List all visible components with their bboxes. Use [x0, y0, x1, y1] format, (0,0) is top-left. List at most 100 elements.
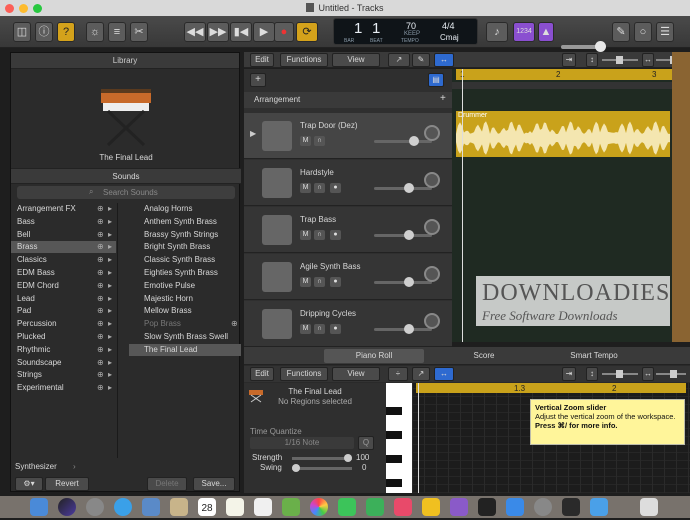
add-favorite-icon[interactable]: ⊕	[97, 241, 104, 253]
headphones-icon[interactable]: ∩	[314, 277, 325, 287]
metronome-button[interactable]: ▲	[538, 22, 554, 42]
patch-item[interactable]: Mellow Brass	[129, 305, 241, 317]
loop-browser-button[interactable]: ○	[634, 22, 652, 42]
cycle-button[interactable]: ⟳	[296, 22, 318, 42]
search-field[interactable]: ⌕ Search Sounds	[17, 186, 235, 199]
patch-item[interactable]: Analog Horns	[129, 203, 241, 215]
patch-item[interactable]: Slow Synth Brass Swell	[129, 331, 241, 343]
volume-knob[interactable]	[404, 324, 414, 334]
rewind-button[interactable]: ◀◀	[184, 22, 206, 42]
track-name[interactable]: Trap Door (Dez)	[300, 121, 358, 130]
piano-keyboard[interactable]	[386, 383, 412, 493]
category-item[interactable]: Arrangement FX ⊕ ▸	[11, 203, 116, 215]
category-item[interactable]: Plucked ⊕ ▸	[11, 331, 116, 343]
category-item[interactable]: EDM Bass ⊕ ▸	[11, 267, 116, 279]
volume-slider[interactable]	[374, 324, 432, 334]
patch-item[interactable]: Majestic Horn	[129, 293, 241, 305]
tab-score[interactable]: Score	[434, 349, 534, 363]
tuner-button[interactable]: ♪	[486, 22, 508, 42]
record-enable-button[interactable]: ●	[330, 324, 341, 334]
notes-icon[interactable]	[226, 498, 244, 516]
mute-button[interactable]: M	[300, 277, 311, 287]
messages-icon[interactable]	[338, 498, 356, 516]
volume-knob[interactable]	[404, 277, 414, 287]
add-track-button[interactable]: +	[250, 73, 266, 87]
black-key[interactable]	[386, 479, 402, 487]
swing-slider[interactable]	[292, 464, 352, 472]
category-item[interactable]: Classics ⊕ ▸	[11, 254, 116, 266]
add-favorite-icon[interactable]: ⊕	[97, 318, 104, 330]
black-key[interactable]	[386, 455, 402, 463]
mute-button[interactable]: M	[300, 136, 311, 146]
global-tracks-button[interactable]: ▤	[428, 73, 444, 87]
track-name[interactable]: Dripping Cycles	[300, 309, 356, 318]
master-volume-slider[interactable]	[561, 41, 606, 52]
patch-item[interactable]: Emotive Pulse	[129, 280, 241, 292]
slider-thumb[interactable]	[616, 370, 623, 378]
patch-item[interactable]: Classic Synth Brass	[129, 254, 241, 266]
playhead[interactable]	[462, 69, 463, 342]
category-item[interactable]: Pad ⊕ ▸	[11, 305, 116, 317]
editor-playhead[interactable]	[418, 383, 419, 493]
category-item[interactable]: Experimental ⊕ ▸	[11, 382, 116, 394]
inspector-button[interactable]: ⓘ	[35, 22, 53, 42]
system-preferences-icon[interactable]	[534, 498, 552, 516]
patch-item[interactable]: Brassy Synth Strings	[129, 229, 241, 241]
headphones-icon[interactable]: ∩	[314, 136, 325, 146]
slider-thumb[interactable]	[292, 464, 300, 472]
track-header[interactable]: Trap Door (Dez) M ∩ ▶	[244, 113, 452, 159]
garageband-icon[interactable]	[422, 498, 440, 516]
headphones-icon[interactable]: ∩	[314, 183, 325, 193]
quantize-select[interactable]: 1/16 Note	[250, 437, 354, 449]
editor-edit-menu[interactable]: Edit	[250, 367, 274, 381]
pencil-tool-button[interactable]: ✎	[412, 53, 430, 67]
black-key[interactable]	[386, 407, 402, 415]
downloads-folder-icon[interactable]	[590, 498, 608, 516]
delete-button[interactable]: Delete	[147, 477, 187, 491]
volume-knob[interactable]	[404, 183, 414, 193]
category-item[interactable]: Percussion ⊕ ▸	[11, 318, 116, 330]
volume-knob[interactable]	[595, 41, 606, 52]
category-item[interactable]: Bass ⊕ ▸	[11, 216, 116, 228]
category-item[interactable]: Lead ⊕ ▸	[11, 293, 116, 305]
mixer-button[interactable]: ≡	[108, 22, 126, 42]
volume-slider[interactable]	[374, 277, 432, 287]
pan-knob[interactable]	[424, 266, 440, 282]
track-header[interactable]: Trap Bass M ∩ ●	[244, 207, 452, 253]
record-button[interactable]: ●	[274, 22, 294, 42]
lcd-display[interactable]: 1 1 BAR BEAT 70 KEEP TEMPO 4/4 Cmaj	[333, 18, 478, 45]
finder-icon[interactable]	[30, 498, 48, 516]
pan-knob[interactable]	[424, 125, 440, 141]
trash-icon[interactable]	[640, 498, 658, 516]
maps-icon[interactable]	[282, 498, 300, 516]
editor-view-menu[interactable]: View	[332, 367, 380, 381]
calendar-icon[interactable]: 28	[198, 498, 216, 516]
ruler[interactable]	[452, 82, 672, 89]
track-name[interactable]: Trap Bass	[300, 215, 336, 224]
mute-button[interactable]: M	[300, 230, 311, 240]
volume-knob[interactable]	[409, 136, 419, 146]
music-icon[interactable]	[394, 498, 412, 516]
record-enable-button[interactable]: ●	[330, 230, 341, 240]
disclosure-triangle-icon[interactable]: ▶	[250, 129, 256, 138]
patch-item[interactable]: Pop Brass ⊕	[129, 318, 241, 330]
add-favorite-icon[interactable]: ⊕	[97, 305, 104, 317]
slider-thumb[interactable]	[616, 56, 623, 64]
reminders-icon[interactable]	[254, 498, 272, 516]
black-key[interactable]	[386, 431, 402, 439]
category-item[interactable]: EDM Chord ⊕ ▸	[11, 280, 116, 292]
category-item[interactable]: Brass ⊕ ▸	[11, 241, 116, 254]
pan-knob[interactable]	[424, 172, 440, 188]
editor-pointer-button[interactable]: ↗	[412, 367, 430, 381]
apple-tv-icon[interactable]	[478, 498, 496, 516]
editor-catch-button[interactable]: ↔	[434, 367, 454, 381]
notepad-button[interactable]: ✎	[612, 22, 630, 42]
strength-slider[interactable]	[292, 454, 352, 462]
quick-help-button[interactable]: ?	[57, 22, 75, 42]
slider-thumb[interactable]	[670, 370, 677, 378]
record-enable-button[interactable]: ●	[330, 183, 341, 193]
editor-cycle-region[interactable]	[416, 383, 686, 393]
record-enable-button[interactable]: ●	[330, 277, 341, 287]
add-favorite-icon[interactable]: ⊕	[97, 331, 104, 343]
horizontal-zoom-slider[interactable]	[656, 370, 686, 378]
